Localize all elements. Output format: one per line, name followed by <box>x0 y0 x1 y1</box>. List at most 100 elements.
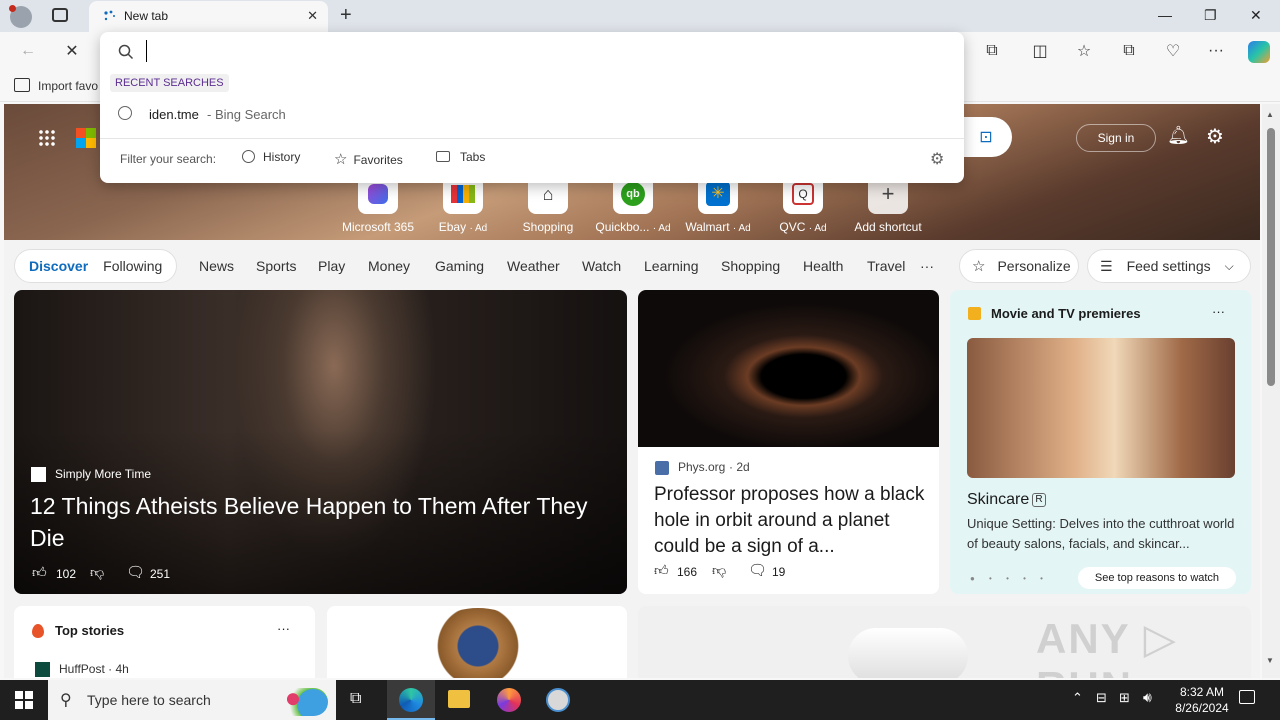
clock-time: 8:32 AM <box>1179 685 1225 699</box>
minimize-button[interactable]: — <box>1158 7 1172 23</box>
nav-gaming[interactable]: Gaming <box>435 258 484 274</box>
story-headline[interactable]: 12 Things Atheists Believe Happen to The… <box>30 490 600 554</box>
nav-money[interactable]: Money <box>368 258 410 274</box>
network-icon[interactable]: ⊟ <box>1096 690 1107 706</box>
split-screen-icon[interactable]: ◫ <box>1030 41 1050 61</box>
apps-grid-icon[interactable] <box>38 129 56 147</box>
like-count: 166 <box>677 565 698 579</box>
start-windows-icon[interactable] <box>15 691 33 709</box>
search-icon <box>118 44 134 60</box>
main-story-card[interactable]: Simply More Time 12 Things Atheists Beli… <box>14 290 627 594</box>
browser-essentials-icon[interactable]: ♡ <box>1163 41 1183 61</box>
task-view-icon[interactable]: ⧉ <box>350 690 361 708</box>
card-more-icon[interactable]: ··· <box>1212 304 1225 319</box>
shortcut-qvc[interactable]: Q QVC · Ad <box>758 174 848 234</box>
extensions-icon[interactable]: ⧉ <box>982 41 1002 61</box>
story-headline[interactable]: Professor proposes how a black hole in o… <box>654 482 926 560</box>
page-settings-gear-icon[interactable]: ⚙ <box>1206 124 1224 149</box>
ad-label: · Ad <box>808 223 827 234</box>
nav-learning[interactable]: Learning <box>644 258 699 274</box>
like-icon[interactable]: 👍︎ <box>654 562 669 579</box>
personalize-button[interactable]: ☆ Personalize <box>959 249 1079 283</box>
science-story-card[interactable]: Phys.org · 2d Professor proposes how a b… <box>638 290 939 594</box>
page-scrollbar[interactable]: ▲ ▼ <box>1262 104 1280 678</box>
see-reasons-button[interactable]: See top reasons to watch <box>1078 567 1236 589</box>
microsoft-logo-icon[interactable] <box>76 128 96 148</box>
anyrun-watermark: ANY ▷ RUN <box>1036 615 1178 678</box>
watch-ad-card[interactable] <box>327 606 627 678</box>
tab-discover[interactable]: Discover <box>29 258 88 274</box>
shortcut-ebay[interactable]: Ebay · Ad <box>418 174 508 234</box>
movie-title[interactable]: Skincare <box>967 491 1029 509</box>
scrollbar-thumb[interactable] <box>1267 128 1275 386</box>
comment-icon[interactable]: 🗨︎ <box>748 561 767 579</box>
visual-search-button[interactable]: ⊡ <box>960 117 1012 157</box>
dislike-icon[interactable]: 👎︎ <box>90 564 104 581</box>
collections-icon[interactable]: ⧉ <box>1119 41 1139 61</box>
nav-shopping[interactable]: Shopping <box>721 258 780 274</box>
copilot-icon[interactable] <box>1248 41 1270 63</box>
favorites-icon[interactable]: ☆ <box>1074 41 1094 61</box>
like-icon[interactable]: 👍︎ <box>32 564 47 581</box>
nav-health[interactable]: Health <box>803 258 843 274</box>
tab-actions-icon[interactable] <box>52 8 68 22</box>
address-input[interactable] <box>146 40 936 62</box>
tab-following[interactable]: Following <box>103 258 162 274</box>
new-tab-button[interactable]: + <box>340 4 352 27</box>
search-highlight-globe-icon <box>278 688 328 716</box>
dislike-icon[interactable]: 👎︎ <box>712 562 726 579</box>
file-explorer-icon[interactable] <box>448 690 470 708</box>
shortcut-shopping[interactable]: ⌂ Shopping <box>503 174 593 234</box>
story-source: HuffPost · 4h <box>59 662 129 676</box>
add-shortcut-button[interactable]: + Add shortcut <box>843 174 933 234</box>
comment-count: 251 <box>150 567 171 581</box>
taskbar-edge-button[interactable] <box>387 680 435 720</box>
anyrun-app-icon[interactable] <box>546 688 570 712</box>
wired-network-icon[interactable]: ⊞ <box>1119 690 1130 706</box>
back-icon[interactable]: ← <box>18 41 38 61</box>
movie-description: Unique Setting: Delves into the cutthroa… <box>967 516 1235 551</box>
nav-watch[interactable]: Watch <box>582 258 621 274</box>
rating-badge: R <box>1032 493 1046 507</box>
filter-tabs-button[interactable]: Tabs <box>436 150 485 164</box>
taskbar-search-box[interactable]: ⚲ Type here to search <box>48 680 336 720</box>
earbuds-ad-card[interactable]: ANY ▷ RUN <box>638 606 1251 678</box>
carousel-dots[interactable]: ● • • • • <box>970 574 1049 583</box>
recent-item[interactable]: iden.tme - Bing Search <box>100 104 964 128</box>
nav-sports[interactable]: Sports <box>256 258 296 274</box>
nav-more-icon[interactable]: ··· <box>920 258 934 274</box>
restore-button[interactable]: ❐ <box>1204 7 1217 24</box>
tab-title: New tab <box>124 9 169 23</box>
shortcut-quickbooks[interactable]: qb Quickbo... · Ad <box>588 174 678 234</box>
filter-favorites-button[interactable]: ☆ Favorites <box>334 150 403 168</box>
window-close-button[interactable]: ✕ <box>1250 7 1262 24</box>
nav-travel[interactable]: Travel <box>867 258 905 274</box>
import-favorites-link[interactable]: Import favo <box>38 79 98 93</box>
notifications-bell-icon[interactable]: 🔔︎ <box>1167 125 1190 146</box>
volume-icon[interactable]: 🔊︎ <box>1143 689 1152 706</box>
feed-settings-button[interactable]: ☰ Feed settings ⌵ <box>1087 249 1251 283</box>
profile-icon[interactable] <box>9 5 32 28</box>
movie-premieres-card[interactable]: Movie and TV premieres ··· Skincare R Un… <box>950 290 1251 594</box>
close-tab-icon[interactable]: ✕ <box>307 8 318 24</box>
card-more-icon[interactable]: ··· <box>277 621 290 636</box>
nav-weather[interactable]: Weather <box>507 258 560 274</box>
shortcut-walmart[interactable]: ✳ Walmart · Ad <box>673 174 763 234</box>
tab-new-tab[interactable]: New tab ✕ <box>89 1 328 33</box>
clock[interactable]: 8:32 AM 8/26/2024 <box>1166 684 1238 716</box>
notifications-icon[interactable] <box>1239 690 1255 704</box>
firefox-icon[interactable] <box>497 688 521 712</box>
card-header: Movie and TV premieres <box>991 306 1141 321</box>
settings-gear-icon[interactable]: ⚙ <box>930 149 944 169</box>
shortcut-microsoft-365[interactable]: Microsoft 365 <box>333 174 423 234</box>
sign-in-button[interactable]: Sign in <box>1076 124 1156 152</box>
comment-icon[interactable]: 🗨︎ <box>126 563 145 581</box>
source-logo-icon <box>31 467 46 482</box>
stop-loading-icon[interactable]: ✕ <box>62 41 82 61</box>
show-hidden-icons-chevron-icon[interactable]: ⌃ <box>1072 690 1083 706</box>
nav-play[interactable]: Play <box>318 258 345 274</box>
more-menu-icon[interactable]: ··· <box>1206 41 1226 61</box>
nav-news[interactable]: News <box>199 258 234 274</box>
filter-history-button[interactable]: History <box>242 150 300 164</box>
earbuds-image <box>848 628 968 678</box>
